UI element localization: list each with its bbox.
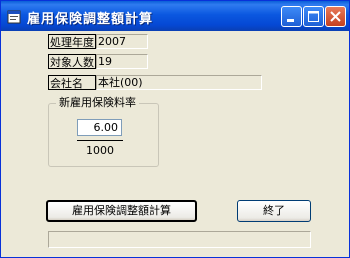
fiscal-year-label: 処理年度 bbox=[48, 34, 96, 49]
close-button[interactable] bbox=[325, 6, 346, 27]
headcount-value: 19 bbox=[96, 54, 148, 69]
maximize-icon bbox=[308, 11, 319, 22]
rate-group-title: 新雇用保険料率 bbox=[56, 97, 139, 109]
maximize-button[interactable] bbox=[303, 6, 324, 27]
headcount-label: 対象人数 bbox=[48, 54, 96, 69]
rate-input[interactable]: 6.00 bbox=[77, 119, 122, 136]
rate-denominator: 1000 bbox=[86, 144, 114, 157]
company-value: 本社(00) bbox=[96, 75, 262, 90]
minimize-button[interactable] bbox=[281, 6, 302, 27]
exit-button[interactable]: 終了 bbox=[237, 200, 311, 222]
main-window: 雇用保険調整額計算 処理年度 2007 対象人数 19 会社名 本社(00) 新… bbox=[0, 0, 350, 258]
fiscal-year-value: 2007 bbox=[96, 34, 148, 49]
fraction-line bbox=[77, 140, 123, 141]
close-icon bbox=[330, 11, 341, 22]
company-label: 会社名 bbox=[48, 75, 96, 90]
window-title: 雇用保険調整額計算 bbox=[27, 12, 154, 27]
minimize-icon bbox=[287, 19, 294, 22]
title-bar[interactable]: 雇用保険調整額計算 bbox=[1, 1, 349, 31]
calculate-button[interactable]: 雇用保険調整額計算 bbox=[46, 200, 197, 222]
app-icon[interactable] bbox=[7, 9, 21, 24]
status-bar bbox=[48, 231, 311, 248]
